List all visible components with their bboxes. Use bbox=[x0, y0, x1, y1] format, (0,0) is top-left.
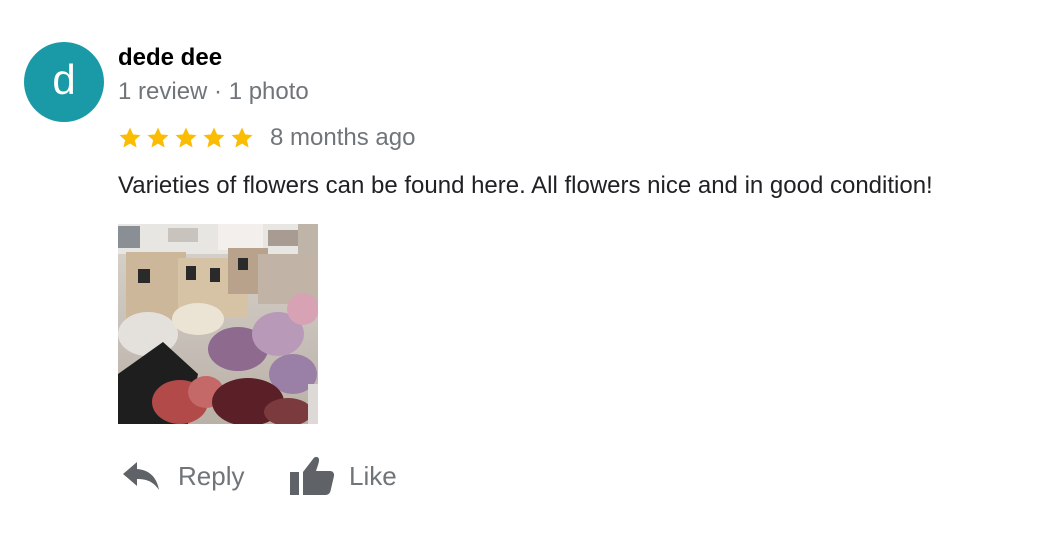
thumbs-up-icon bbox=[290, 456, 335, 495]
avatar[interactable]: d bbox=[24, 42, 104, 122]
author-name[interactable]: dede dee bbox=[118, 44, 222, 72]
author-meta: 1 review · 1 photo bbox=[118, 78, 309, 105]
reply-button[interactable]: Reply bbox=[122, 453, 244, 499]
rating-row: 8 months ago bbox=[118, 123, 415, 153]
reply-arrow-icon bbox=[123, 462, 159, 490]
review-text: Varieties of flowers can be found here. … bbox=[118, 172, 933, 199]
avatar-letter: d bbox=[52, 56, 76, 103]
star-icon bbox=[147, 127, 169, 148]
reply-label: Reply bbox=[178, 460, 245, 491]
review-photo[interactable] bbox=[118, 224, 318, 424]
review-date: 8 months ago bbox=[270, 124, 416, 151]
star-rating bbox=[118, 126, 258, 150]
star-icon bbox=[175, 127, 197, 148]
like-label: Like bbox=[349, 460, 397, 491]
review-card: d dede dee 1 review · 1 photo 8 months a… bbox=[0, 0, 1050, 538]
star-icon bbox=[119, 127, 141, 148]
star-icon bbox=[231, 127, 253, 148]
star-icon bbox=[203, 127, 225, 148]
like-button[interactable]: Like bbox=[289, 453, 397, 499]
